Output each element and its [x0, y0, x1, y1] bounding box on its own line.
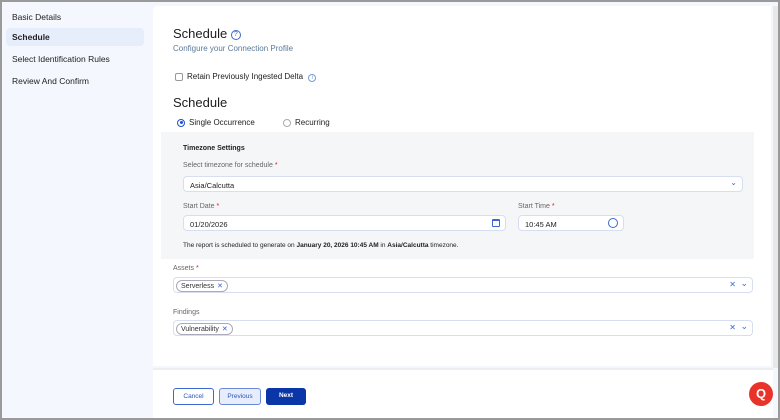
clear-icon[interactable]: ✕ — [729, 280, 736, 289]
main-content: Schedule ? Configure your Connection Pro… — [153, 6, 771, 366]
start-date-input[interactable]: 01/20/2026 — [183, 215, 506, 231]
cancel-button[interactable]: Cancel — [173, 388, 214, 405]
chevron-down-icon[interactable]: ⌄ — [740, 321, 748, 332]
next-button[interactable]: Next — [266, 388, 306, 405]
page-title: Schedule ? — [173, 26, 241, 41]
asset-chip: Serverless ✕ — [176, 280, 228, 292]
timezone-label: Select timezone for schedule * — [183, 162, 278, 169]
page-subtitle: Configure your Connection Profile — [173, 44, 294, 53]
help-icon[interactable]: ? — [230, 29, 241, 40]
clock-icon[interactable] — [608, 218, 618, 228]
schedule-heading: Schedule — [173, 95, 228, 110]
previous-button[interactable]: Previous — [219, 388, 261, 405]
footer: Cancel Previous Next — [153, 368, 773, 418]
scrollbar[interactable] — [773, 6, 778, 368]
start-date-label: Start Date * — [183, 203, 220, 210]
remove-chip-icon[interactable]: ✕ — [222, 326, 228, 333]
clear-icon[interactable]: ✕ — [729, 323, 736, 332]
schedule-summary: The report is scheduled to generate on J… — [183, 242, 459, 249]
app-window: Basic Details Schedule Select Identifica… — [2, 2, 778, 418]
chat-button[interactable]: Q — [749, 382, 773, 406]
radio-recurring[interactable]: Recurring — [283, 118, 330, 127]
sidebar-item-basic-details[interactable]: Basic Details — [6, 8, 144, 26]
calendar-icon[interactable] — [492, 219, 500, 227]
chat-icon: Q — [755, 386, 767, 401]
radio-unselected-icon[interactable] — [283, 118, 291, 127]
sidebar-item-select-identification-rules[interactable]: Select Identification Rules — [6, 50, 144, 68]
sidebar: Basic Details Schedule Select Identifica… — [2, 2, 153, 418]
sidebar-item-review-and-confirm[interactable]: Review And Confirm — [6, 72, 144, 90]
info-icon[interactable]: i — [308, 74, 317, 82]
timezone-select[interactable]: Asia/Calcutta ⌄ — [183, 176, 743, 192]
remove-chip-icon[interactable]: ✕ — [217, 283, 223, 290]
chevron-down-icon[interactable]: ⌄ — [740, 278, 748, 289]
timezone-settings-panel: Timezone Settings Select timezone for sc… — [161, 132, 754, 259]
finding-chip: Vulnerability ✕ — [176, 323, 233, 335]
retain-delta-checkbox[interactable]: Retain Previously Ingested Delta i — [175, 72, 317, 82]
start-time-label: Start Time * — [518, 203, 555, 210]
sidebar-item-schedule[interactable]: Schedule — [6, 28, 144, 46]
timezone-settings-title: Timezone Settings — [183, 145, 245, 152]
assets-multiselect[interactable]: Serverless ✕ ✕ ⌄ — [173, 277, 753, 293]
assets-label: Assets * — [173, 265, 199, 272]
start-time-input[interactable]: 10:45 AM — [518, 215, 624, 231]
radio-single-occurrence[interactable]: Single Occurrence — [177, 118, 255, 127]
findings-multiselect[interactable]: Vulnerability ✕ ✕ ⌄ — [173, 320, 753, 336]
findings-label: Findings — [173, 309, 200, 316]
radio-selected-icon[interactable] — [177, 118, 185, 127]
checkbox-icon[interactable] — [175, 72, 183, 81]
chevron-down-icon: ⌄ — [730, 178, 737, 187]
retain-label: Retain Previously Ingested Delta — [187, 72, 304, 81]
